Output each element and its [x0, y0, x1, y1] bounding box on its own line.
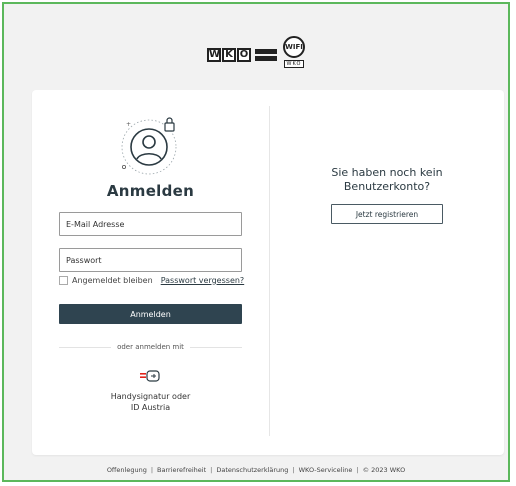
login-button[interactable]: Anmelden — [59, 304, 242, 324]
no-account-line2: Benutzerkonto? — [343, 180, 431, 193]
wifi-logo-circle: WIFI — [283, 36, 305, 58]
handy-label-line2: ID Austria — [130, 403, 171, 412]
user-circle-icon: + — [121, 117, 177, 175]
footer-separator: | — [150, 466, 154, 474]
page-frame: W K O WIFI WKO + Anmelden E-Mail Adresse… — [2, 2, 510, 482]
footer: Offenlegung | Barrierefreiheit | Datenschutz… — [4, 466, 508, 474]
footer-link-offenlegung[interactable]: Offenlegung — [107, 466, 147, 474]
footer-link-barrierefreiheit[interactable]: Barrierefreiheit — [157, 466, 206, 474]
forgot-password-link[interactable]: Passwort vergessen? — [161, 276, 245, 285]
footer-copyright: © 2023 WKO — [362, 466, 406, 474]
alt-login-divider: oder anmelden mit — [59, 342, 243, 352]
footer-link-serviceline[interactable]: WKO-Serviceline — [299, 466, 353, 474]
wko-logo-letter-o: O — [237, 48, 251, 62]
mobile-signature-icon[interactable] — [139, 369, 161, 383]
password-input[interactable] — [59, 248, 242, 272]
register-button[interactable]: Jetzt registrieren — [331, 204, 443, 224]
register-panel: Sie haben noch kein Benutzerkonto? Jetzt… — [270, 90, 504, 455]
svg-text:+: + — [126, 121, 131, 128]
remember-checkbox[interactable] — [59, 275, 68, 285]
remember-row: Angemeldet bleiben Passwort vergessen? — [59, 274, 249, 286]
no-account-line1: Sie haben noch kein — [331, 166, 443, 179]
wifi-logo-sub: WKO — [283, 60, 305, 68]
login-panel: + Anmelden Angemeldet bleiben Passwort v… — [32, 90, 269, 455]
divider-line-right — [189, 346, 243, 348]
footer-link-datenschutz[interactable]: Datenschutzerklärung — [216, 466, 288, 474]
alt-login-label: oder anmelden mit — [117, 343, 184, 351]
footer-separator: | — [210, 466, 213, 474]
wko-logo-bars — [255, 49, 277, 61]
handy-signature-label[interactable]: Handysignatur oder ID Austria — [32, 391, 269, 413]
wko-logo-letter-w: W — [207, 48, 221, 62]
wifi-logo[interactable]: WIFI WKO — [283, 36, 305, 68]
no-account-text: Sie haben noch kein Benutzerkonto? — [270, 166, 504, 194]
wko-logo[interactable]: W K O — [207, 48, 277, 62]
wko-logo-letter-k: K — [222, 48, 236, 62]
remember-label[interactable]: Angemeldet bleiben — [72, 276, 153, 285]
handy-label-line1: Handysignatur oder — [110, 392, 191, 401]
divider-line-left — [59, 346, 112, 348]
footer-separator: | — [356, 466, 359, 474]
footer-separator: | — [292, 466, 295, 474]
login-card: + Anmelden Angemeldet bleiben Passwort v… — [32, 90, 504, 455]
header-logos: W K O WIFI WKO — [4, 36, 508, 72]
email-input[interactable] — [59, 212, 242, 236]
lock-icon — [164, 117, 175, 132]
login-title: Anmelden — [106, 182, 195, 200]
